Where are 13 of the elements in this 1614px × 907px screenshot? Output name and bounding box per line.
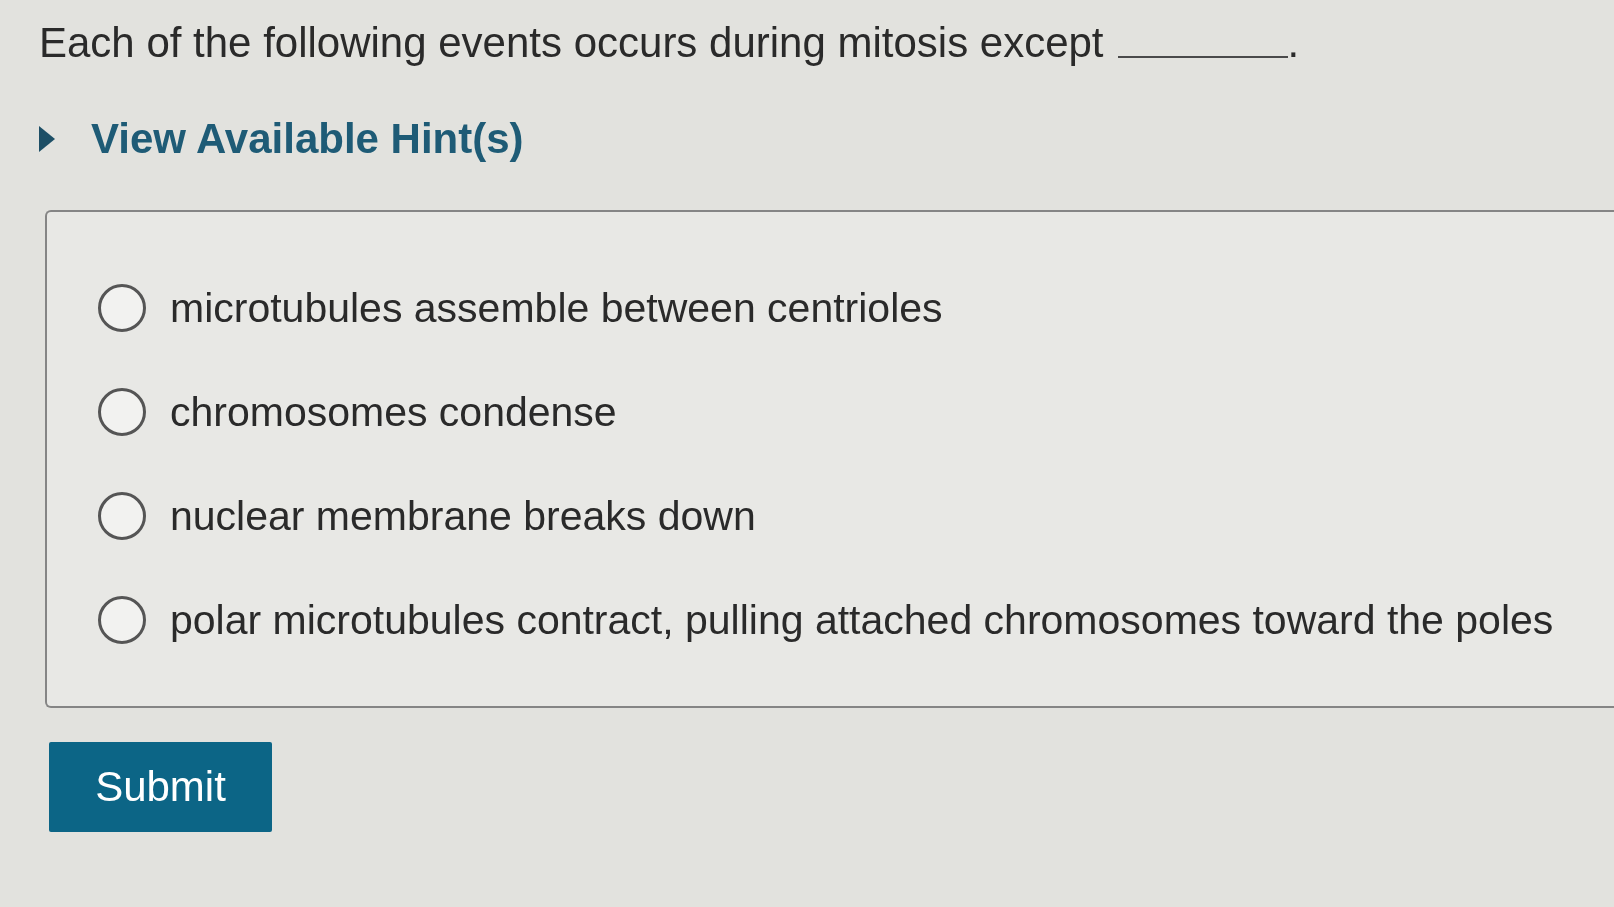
answer-option[interactable]: microtubules assemble between centrioles [98, 282, 943, 334]
question-period: . [1287, 18, 1300, 68]
radio-empty-icon[interactable] [98, 284, 146, 332]
radio-empty-icon[interactable] [98, 596, 146, 644]
hints-toggle[interactable]: View Available Hint(s) [39, 114, 524, 164]
answer-option[interactable]: nuclear membrane breaks down [98, 490, 756, 542]
submit-button[interactable]: Submit [49, 742, 272, 832]
answer-option[interactable]: polar microtubules contract, pulling attached chromosomes toward the poles [98, 594, 1554, 646]
question-text: Each of the following events occurs during mitosis except [39, 18, 1104, 68]
caret-right-icon [39, 126, 55, 152]
radio-empty-icon[interactable] [98, 388, 146, 436]
answer-option[interactable]: chromosomes condense [98, 386, 617, 438]
radio-empty-icon[interactable] [98, 492, 146, 540]
